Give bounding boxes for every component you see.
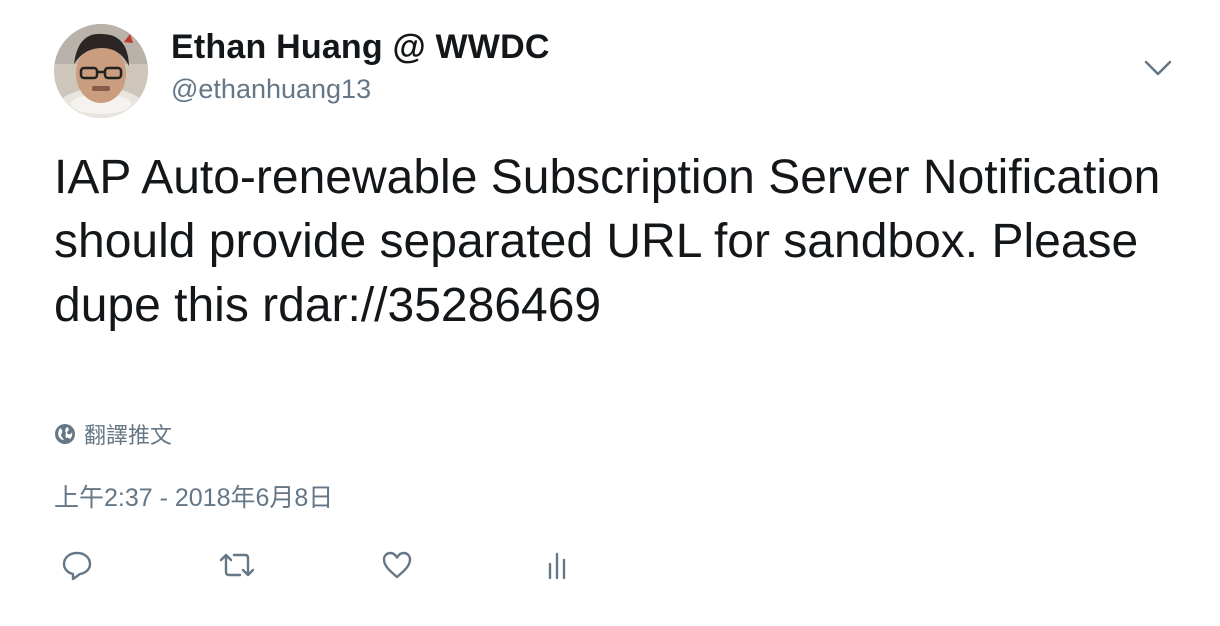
analytics-button[interactable] — [532, 540, 582, 590]
tweet-text: IAP Auto-renewable Subscription Server N… — [54, 151, 1161, 332]
chevron-down-icon[interactable] — [1140, 54, 1176, 82]
globe-icon — [54, 423, 76, 445]
reply-button[interactable] — [52, 540, 102, 590]
translate-label: 翻譯推文 — [84, 423, 173, 448]
retweet-button[interactable] — [212, 540, 262, 590]
tweet-card: Ethan Huang @ WWDC @ethanhuang13 IAP Aut… — [0, 0, 1220, 626]
analytics-icon — [542, 548, 572, 582]
author-name[interactable]: Ethan Huang @ WWDC — [171, 28, 550, 67]
reply-icon — [60, 548, 94, 582]
translate-tweet-link[interactable]: 翻譯推文 — [54, 418, 172, 450]
avatar[interactable] — [54, 24, 148, 118]
retweet-icon — [218, 548, 256, 582]
tweet-timestamp[interactable]: 上午2:37 - 2018年6月8日 — [54, 478, 333, 514]
tweet-actions — [0, 540, 1220, 590]
like-button[interactable] — [372, 540, 422, 590]
author-handle[interactable]: @ethanhuang13 — [171, 74, 371, 105]
heart-icon — [380, 548, 414, 582]
